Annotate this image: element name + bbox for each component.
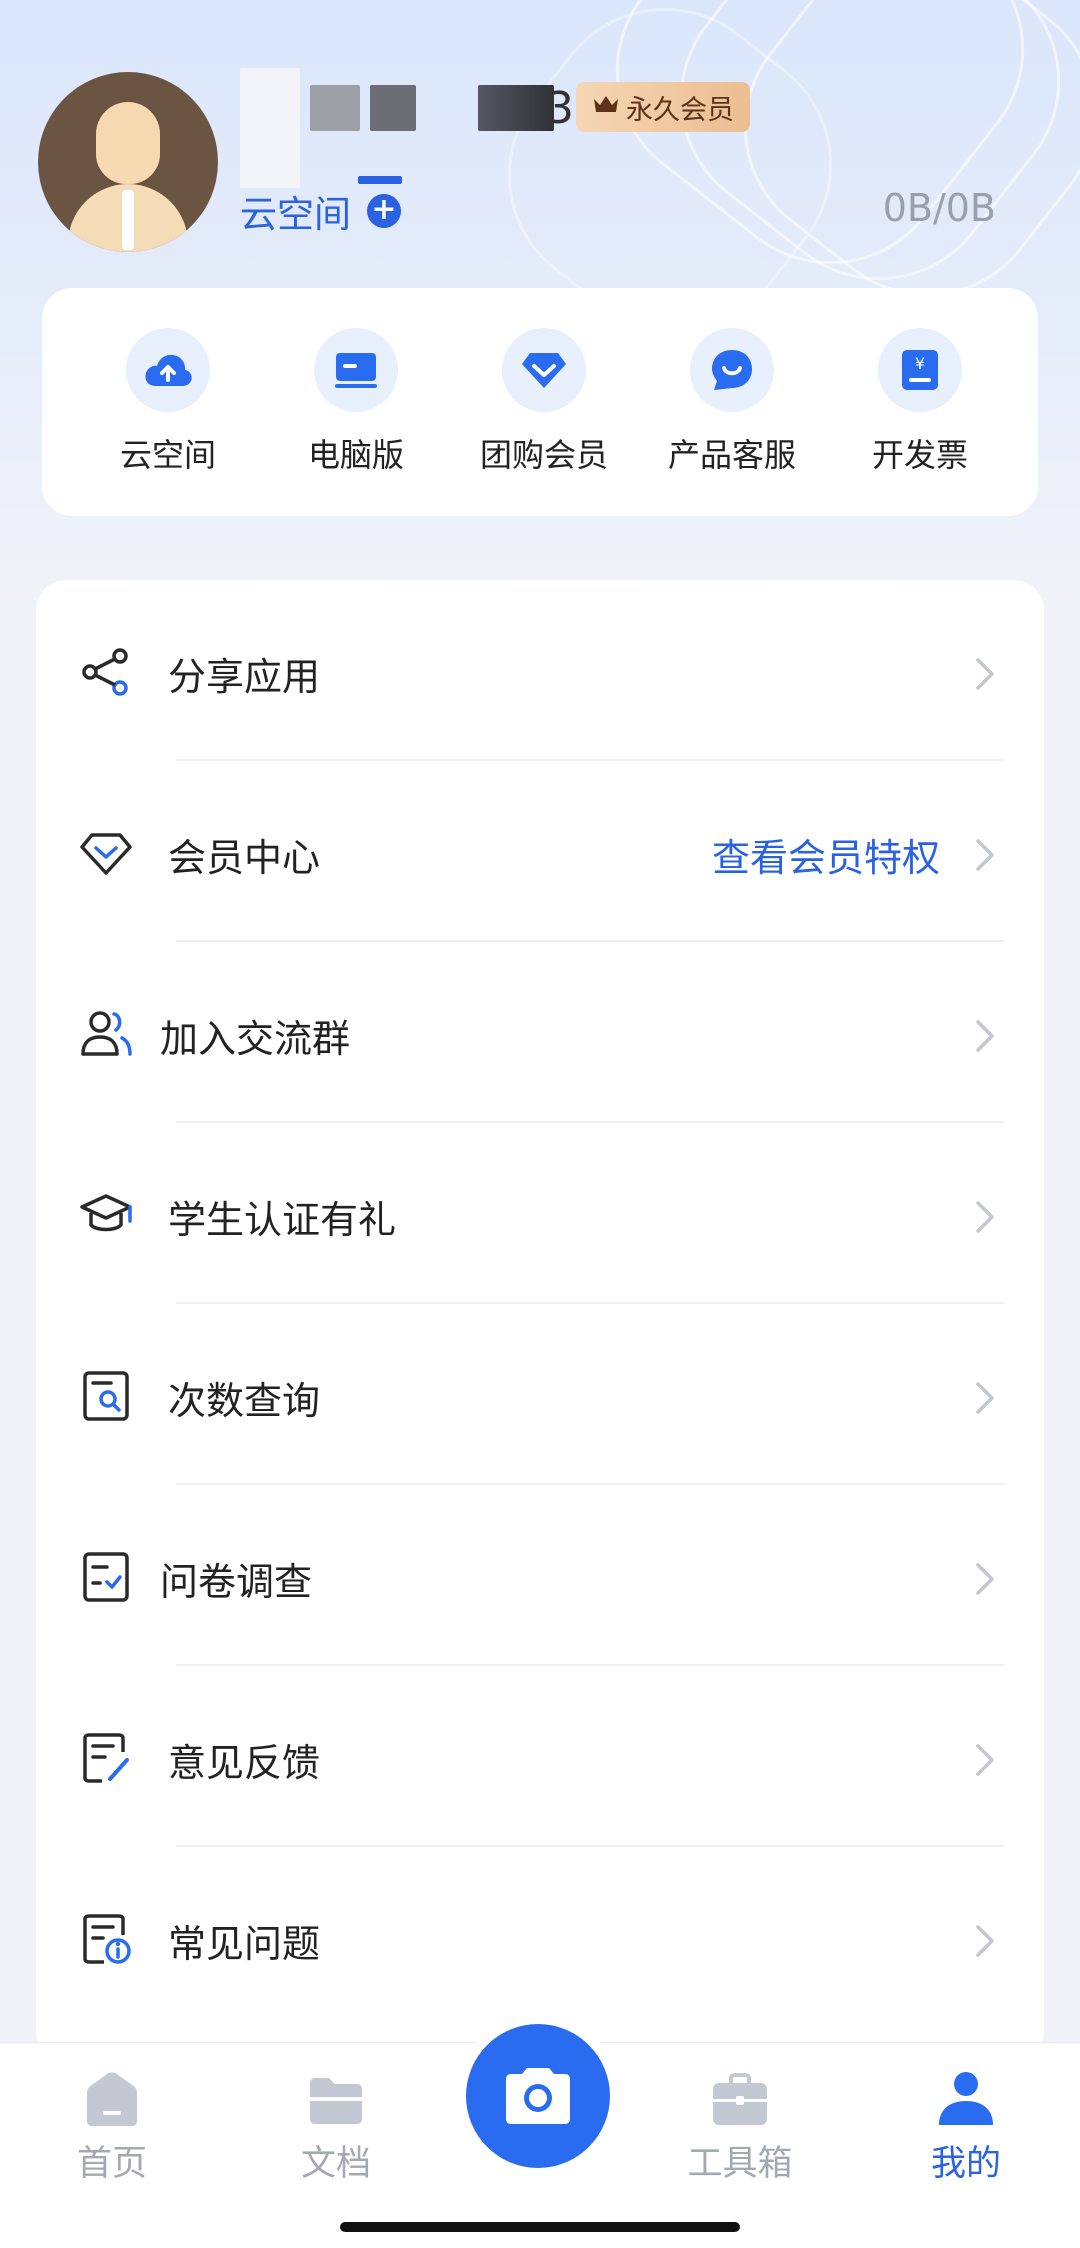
quick-action-label: 电脑版	[307, 436, 404, 474]
camera-button[interactable]	[466, 2024, 610, 2168]
invoice-yen-icon: ¥	[878, 328, 962, 412]
name-blur-block	[478, 85, 554, 131]
quick-action-label: 产品客服	[667, 436, 796, 474]
nav-me[interactable]: 我的	[886, 2069, 1046, 2186]
menu-item-join-group[interactable]: 加入交流群	[36, 942, 1044, 1123]
name-blur-block	[310, 85, 360, 131]
add-space-icon[interactable]: +	[367, 194, 401, 228]
menu-item-usage-query[interactable]: 次数查询	[36, 1304, 1044, 1485]
share-icon	[78, 644, 134, 700]
quick-actions-card: 云空间 电脑版 团购会员 产品客服 ¥ 开发票	[42, 288, 1038, 516]
quick-action-desktop[interactable]: 电脑版	[262, 328, 450, 516]
nav-documents[interactable]: 文档	[256, 2069, 416, 2186]
chevron-right-icon	[968, 1378, 1002, 1418]
menu-item-label: 会员中心	[168, 836, 321, 880]
user-group-icon	[78, 1006, 134, 1062]
chevron-right-icon	[968, 654, 1002, 694]
home-icon	[87, 2072, 137, 2126]
quick-action-label: 云空间	[119, 436, 216, 474]
vip-badge-label: 永久会员	[626, 94, 734, 126]
menu-item-survey[interactable]: 问卷调查	[36, 1485, 1044, 1666]
nav-label: 首页	[76, 2144, 147, 2184]
menu-item-label: 学生认证有礼	[168, 1198, 397, 1242]
search-document-icon	[78, 1368, 134, 1424]
toolbox-icon	[713, 2073, 767, 2125]
chevron-right-icon	[968, 1016, 1002, 1056]
menu-item-faq[interactable]: 常见问题	[36, 1847, 1044, 2028]
menu-item-label: 加入交流群	[160, 1017, 351, 1061]
chevron-right-icon	[968, 835, 1002, 875]
chat-bubble-icon	[690, 328, 774, 412]
avatar-head	[96, 102, 160, 184]
user-icon	[939, 2072, 993, 2125]
svg-text:¥: ¥	[915, 354, 925, 373]
menu-item-label: 常见问题	[168, 1922, 321, 1966]
quick-action-label: 开发票	[871, 436, 968, 474]
vip-badge[interactable]: 永久会员	[576, 82, 750, 132]
faq-document-icon	[78, 1911, 134, 1967]
name-blur-block	[370, 85, 416, 131]
quick-action-support[interactable]: 产品客服	[638, 328, 826, 516]
camera-icon	[506, 2068, 570, 2124]
laptop-icon	[314, 328, 398, 412]
chevron-right-icon	[968, 1921, 1002, 1961]
menu-item-student-verify[interactable]: 学生认证有礼	[36, 1123, 1044, 1304]
home-indicator	[340, 2222, 740, 2232]
storage-usage: 0B/0B	[882, 186, 996, 230]
nav-home[interactable]: 首页	[32, 2069, 192, 2186]
quick-action-cloud-space[interactable]: 云空间	[74, 328, 262, 516]
graduation-cap-icon	[78, 1187, 134, 1243]
edit-document-icon	[78, 1730, 134, 1786]
cloud-space-link[interactable]: 云空间 +	[240, 184, 401, 238]
cloud-space-label: 云空间	[240, 193, 351, 236]
avatar-tie	[122, 190, 134, 250]
space-indicator	[358, 176, 402, 184]
menu-item-vip-center[interactable]: 会员中心 查看会员特权	[36, 761, 1044, 942]
chevron-right-icon	[968, 1559, 1002, 1599]
quick-action-label: 团购会员	[479, 436, 608, 474]
nav-label: 文档	[300, 2144, 371, 2184]
avatar[interactable]	[38, 72, 218, 252]
crown-icon	[592, 92, 620, 122]
nav-toolbox[interactable]: 工具箱	[660, 2069, 820, 2186]
menu-item-label: 次数查询	[168, 1379, 321, 1423]
nav-label: 我的	[930, 2144, 1001, 2184]
view-vip-privileges-link[interactable]: 查看会员特权	[712, 827, 940, 882]
cloud-upload-icon	[126, 328, 210, 412]
name-blur-block	[426, 85, 468, 131]
menu-list: 分享应用 会员中心 查看会员特权 加入交流群 学生认证有礼 次数查询 问卷调查 …	[36, 580, 1044, 2060]
chevron-right-icon	[968, 1197, 1002, 1237]
name-suffix: 3	[546, 82, 574, 134]
menu-item-label: 意见反馈	[168, 1741, 321, 1785]
nav-label: 工具箱	[687, 2144, 793, 2184]
name-blur-block	[240, 68, 300, 188]
quick-action-group-buy[interactable]: 团购会员	[450, 328, 638, 516]
diamond-icon	[502, 328, 586, 412]
diamond-outline-icon	[78, 825, 134, 881]
chevron-right-icon	[968, 1740, 1002, 1780]
user-name[interactable]: 3	[240, 68, 604, 188]
folder-icon	[310, 2078, 362, 2124]
menu-item-feedback[interactable]: 意见反馈	[36, 1666, 1044, 1847]
menu-item-share-app[interactable]: 分享应用	[36, 580, 1044, 761]
quick-action-invoice[interactable]: ¥ 开发票	[826, 328, 1014, 516]
menu-item-label: 分享应用	[168, 655, 321, 699]
checklist-icon	[78, 1549, 134, 1605]
menu-item-label: 问卷调查	[160, 1560, 313, 1604]
